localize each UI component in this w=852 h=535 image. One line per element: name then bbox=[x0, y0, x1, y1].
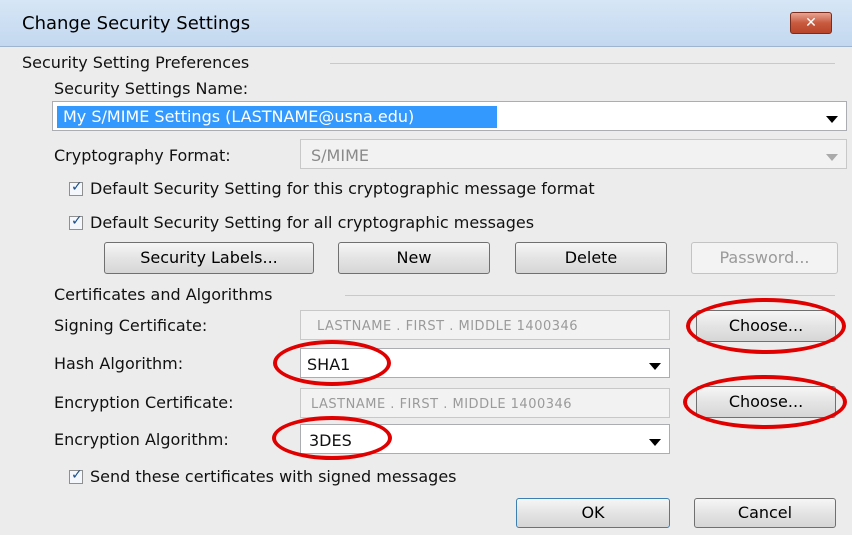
security-settings-name-value: My S/MIME Settings (LASTNAME@usna.edu) bbox=[63, 107, 415, 126]
default-format-checkbox-label: Default Security Setting for this crypto… bbox=[90, 179, 595, 198]
encryption-algorithm-value: 3DES bbox=[309, 431, 352, 450]
group-divider bbox=[345, 295, 835, 296]
default-all-checkbox-label: Default Security Setting for all cryptog… bbox=[90, 213, 535, 232]
security-settings-name-dropdown[interactable]: My S/MIME Settings (LASTNAME@usna.edu) bbox=[52, 101, 847, 131]
signing-certificate-value: LASTNAME . FIRST . MIDDLE 1400346 bbox=[317, 319, 579, 334]
chevron-down-icon[interactable] bbox=[826, 154, 838, 161]
new-button[interactable]: New bbox=[338, 242, 490, 274]
cryptography-format-dropdown[interactable]: S/MIME bbox=[300, 139, 847, 169]
signing-certificate-label: Signing Certificate: bbox=[54, 316, 208, 335]
ok-button[interactable]: OK bbox=[516, 498, 670, 528]
close-icon: ✕ bbox=[805, 15, 817, 31]
chevron-down-icon[interactable] bbox=[649, 363, 661, 370]
send-certificates-label: Send these certificates with signed mess… bbox=[90, 467, 457, 486]
hash-algorithm-value: SHA1 bbox=[307, 355, 351, 374]
send-certificates-checkbox[interactable] bbox=[69, 467, 83, 484]
security-settings-name-label: Security Settings Name: bbox=[54, 79, 249, 98]
security-labels-button[interactable]: Security Labels... bbox=[104, 242, 314, 274]
title-bar[interactable]: Change Security Settings ✕ bbox=[0, 0, 852, 47]
name-selection-highlight: My S/MIME Settings (LASTNAME@usna.edu) bbox=[57, 106, 497, 128]
encryption-algorithm-label: Encryption Algorithm: bbox=[54, 430, 229, 449]
default-all-checkbox[interactable] bbox=[69, 213, 83, 230]
hash-algorithm-label: Hash Algorithm: bbox=[54, 354, 184, 373]
delete-button[interactable]: Delete bbox=[515, 242, 667, 274]
encryption-certificate-value: LASTNAME . FIRST . MIDDLE 1400346 bbox=[311, 397, 573, 412]
cancel-button[interactable]: Cancel bbox=[694, 498, 836, 528]
encryption-certificate-label: Encryption Certificate: bbox=[54, 393, 234, 412]
chevron-down-icon[interactable] bbox=[826, 116, 838, 123]
encryption-algorithm-dropdown[interactable]: 3DES bbox=[300, 424, 670, 454]
cryptography-format-label: Cryptography Format: bbox=[54, 146, 231, 165]
window-title: Change Security Settings bbox=[22, 13, 251, 34]
signing-certificate-field: LASTNAME . FIRST . MIDDLE 1400346 bbox=[300, 310, 670, 340]
cryptography-format-value: S/MIME bbox=[311, 146, 369, 165]
preferences-group-label: Security Setting Preferences bbox=[22, 53, 250, 72]
encryption-certificate-field: LASTNAME . FIRST . MIDDLE 1400346 bbox=[300, 388, 670, 418]
chevron-down-icon[interactable] bbox=[649, 439, 661, 446]
choose-signing-button[interactable]: Choose... bbox=[696, 310, 836, 342]
close-button[interactable]: ✕ bbox=[790, 12, 832, 34]
hash-algorithm-dropdown[interactable]: SHA1 bbox=[300, 348, 670, 378]
password-button[interactable]: Password... bbox=[691, 242, 838, 274]
group-divider bbox=[330, 63, 835, 64]
certificates-group-label: Certificates and Algorithms bbox=[54, 285, 273, 304]
choose-encryption-button[interactable]: Choose... bbox=[696, 386, 836, 418]
default-format-checkbox[interactable] bbox=[69, 179, 83, 196]
dialog-window: Change Security Settings ✕ Security Sett… bbox=[0, 0, 852, 535]
